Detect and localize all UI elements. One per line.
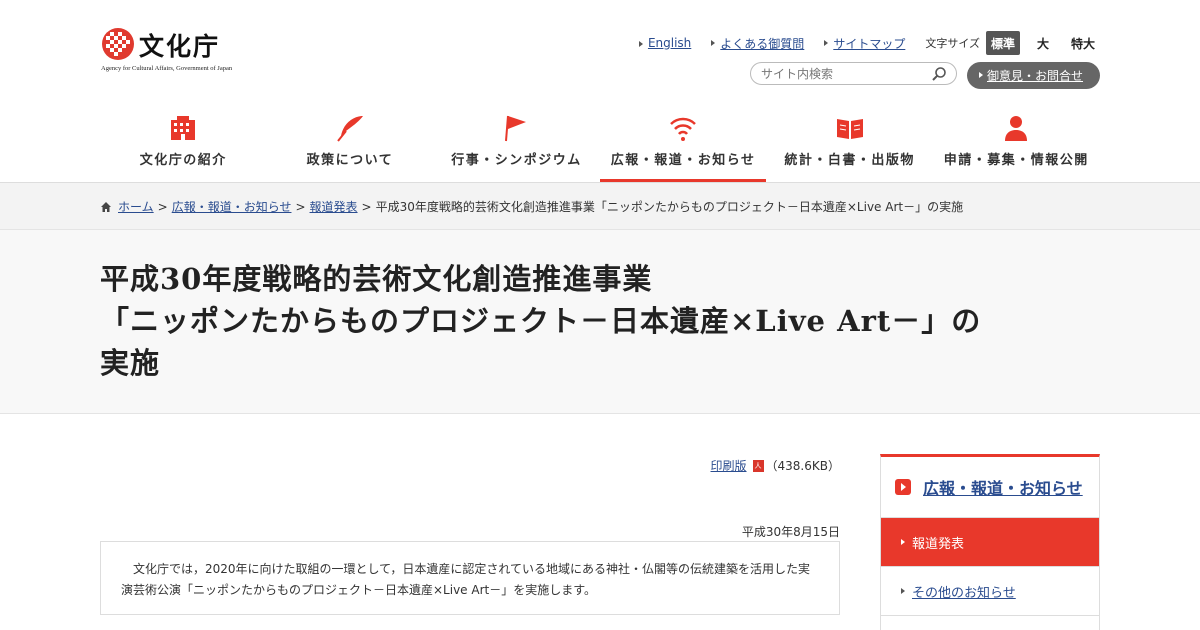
book-icon <box>836 119 863 139</box>
logo-checker-icon <box>102 28 134 60</box>
gnav-label: 広報・報道・お知らせ <box>610 153 756 168</box>
building-icon <box>171 116 196 140</box>
gnav-label: 政策について <box>306 153 394 168</box>
font-size-standard-button[interactable]: 標準 <box>986 31 1020 55</box>
page-title-area: 平成30年度戦略的芸術文化創造推進事業 「ニッポンたからものプロジェクト－日本遺… <box>0 230 1200 414</box>
sitemap-link[interactable]: サイトマップ <box>824 35 905 52</box>
search-input[interactable] <box>751 63 921 85</box>
english-link[interactable]: English <box>638 36 691 50</box>
broadcast-icon <box>670 117 696 141</box>
flag-icon <box>505 115 527 142</box>
arrow-right-icon <box>895 479 911 495</box>
side-nav-item-other[interactable]: その他のお知らせ <box>881 567 1099 616</box>
logo-subtitle: Agency for Cultural Affairs, Government … <box>101 65 233 72</box>
gnav-label: 文化庁の紹介 <box>139 153 227 168</box>
gnav-item-publications[interactable]: 統計・白書・出版物 <box>766 108 933 182</box>
page-title-line: 「ニッポンたからものプロジェクト－日本遺産×Live Art－」の <box>100 304 982 338</box>
gnav-item-policy[interactable]: 政策について <box>267 108 434 182</box>
breadcrumb-separator: > <box>157 199 168 214</box>
page-title: 平成30年度戦略的芸術文化創造推進事業 「ニッポンたからものプロジェクト－日本遺… <box>100 258 1100 384</box>
breadcrumb-news[interactable]: 広報・報道・お知らせ <box>172 198 292 215</box>
breadcrumb-press[interactable]: 報道発表 <box>310 198 358 215</box>
pdf-icon: 人 <box>752 459 764 472</box>
site-search <box>750 62 957 85</box>
print-version: 印刷版 人 （438.6KB） <box>711 457 840 474</box>
breadcrumb-bar: ホーム > 広報・報道・お知らせ > 報道発表 > 平成30年度戦略的芸術文化創… <box>0 183 1200 230</box>
page-title-line: 平成30年度戦略的芸術文化創造推進事業 <box>100 262 653 296</box>
opinion-contact-button[interactable]: 御意見・お問合せ <box>967 62 1100 89</box>
breadcrumb: ホーム > 広報・報道・お知らせ > 報道発表 > 平成30年度戦略的芸術文化創… <box>100 198 963 215</box>
logo-text: 文化庁 <box>139 32 221 61</box>
page-title-line: 実施 <box>100 346 161 380</box>
lead-text: 文化庁では，2020年に向けた取組の一環として，日本遺産に認定されている地域にあ… <box>100 541 840 615</box>
font-size-xlarge-button[interactable]: 特大 <box>1066 31 1100 55</box>
global-nav: 文化庁の紹介 政策について 行事・シンポジウム 広報・報道・お知らせ 統計・白書… <box>100 108 1100 182</box>
gnav-item-about[interactable]: 文化庁の紹介 <box>100 108 267 182</box>
person-icon <box>1005 116 1028 141</box>
side-nav-heading-link[interactable]: 広報・報道・お知らせ <box>923 475 1083 499</box>
breadcrumb-current: 平成30年度戦略的芸術文化創造推進事業「ニッポンたからものプロジェクト－日本遺産… <box>375 200 964 214</box>
gnav-item-events[interactable]: 行事・シンポジウム <box>433 108 600 182</box>
print-file-size: （438.6KB） <box>765 459 840 473</box>
breadcrumb-home[interactable]: ホーム <box>118 198 154 215</box>
gnav-item-news[interactable]: 広報・報道・お知らせ <box>599 108 767 182</box>
home-icon <box>101 201 111 212</box>
breadcrumb-separator: > <box>361 199 372 214</box>
breadcrumb-separator: > <box>295 199 306 214</box>
search-icon[interactable] <box>931 66 947 82</box>
gnav-label: 統計・白書・出版物 <box>784 153 915 168</box>
gnav-item-applications[interactable]: 申請・募集・情報公開 <box>933 108 1100 182</box>
gnav-label: 申請・募集・情報公開 <box>943 153 1089 168</box>
side-nav-heading: 広報・報道・お知らせ <box>881 457 1099 518</box>
print-version-link[interactable]: 印刷版 <box>711 457 747 474</box>
site-logo[interactable]: 文化庁 Agency for Cultural Affairs, Governm… <box>101 27 246 75</box>
side-nav: 広報・報道・お知らせ 報道発表 その他のお知らせ <box>880 454 1100 630</box>
gnav-label: 行事・シンポジウム <box>451 153 582 168</box>
side-nav-item-label: 報道発表 <box>912 536 965 552</box>
publish-date: 平成30年8月15日 <box>741 525 840 539</box>
font-size-large-button[interactable]: 大 <box>1026 31 1060 55</box>
font-size-label: 文字サイズ <box>925 37 980 50</box>
quill-icon <box>337 116 363 142</box>
side-nav-item-label[interactable]: その他のお知らせ <box>912 582 1016 601</box>
utility-nav: English よくある御質問 サイトマップ 文字サイズ 標準 大 特大 <box>619 31 1100 55</box>
faq-link[interactable]: よくある御質問 <box>711 35 804 52</box>
side-nav-item-press[interactable]: 報道発表 <box>881 518 1099 567</box>
